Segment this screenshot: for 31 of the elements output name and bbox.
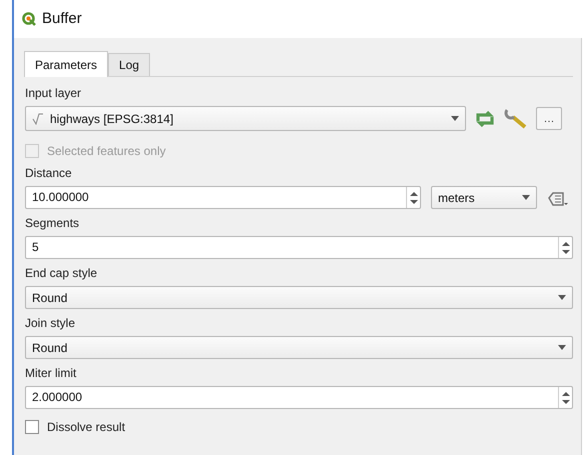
app-logo-icon	[22, 12, 36, 26]
dropdown-arrow-icon	[558, 295, 566, 300]
field-label: Input layer	[25, 85, 82, 102]
more-button[interactable]: …	[536, 107, 562, 130]
spin-arrows-icon	[562, 240, 570, 254]
dropdown[interactable]: Round	[25, 336, 573, 359]
refresh-icon[interactable]	[474, 108, 496, 128]
dropdown[interactable]: Round	[25, 286, 573, 309]
dropdown[interactable]: meters	[431, 186, 537, 209]
spin-box[interactable]: 2.000000	[25, 386, 573, 409]
layer-dropdown[interactable]: highways [EPSG:3814]	[25, 106, 466, 131]
field-label: Miter limit	[25, 365, 78, 382]
wrench-icon[interactable]	[504, 106, 528, 130]
tab[interactable]: Log	[108, 53, 150, 76]
checkbox-label: Dissolve result	[47, 419, 126, 436]
spin-box[interactable]: 10.000000	[25, 186, 421, 209]
dropdown-arrow-icon	[558, 345, 566, 350]
tab[interactable]: Parameters	[24, 51, 108, 77]
dropdown-arrow-icon	[522, 195, 530, 200]
field-label: Segments	[25, 215, 80, 232]
checkbox[interactable]	[25, 420, 39, 434]
spin-arrows-icon	[562, 390, 570, 404]
field-label: End cap style	[25, 265, 98, 282]
window-title: Buffer	[42, 8, 82, 29]
spin-box[interactable]: 5	[25, 236, 573, 259]
field-label: Distance	[25, 165, 73, 182]
spin-arrows-icon	[410, 190, 418, 204]
dropdown-arrow-icon	[451, 116, 459, 121]
checkbox-label: Selected features only	[47, 143, 166, 160]
field-label: Join style	[25, 315, 76, 332]
line-layer-icon	[32, 112, 44, 124]
